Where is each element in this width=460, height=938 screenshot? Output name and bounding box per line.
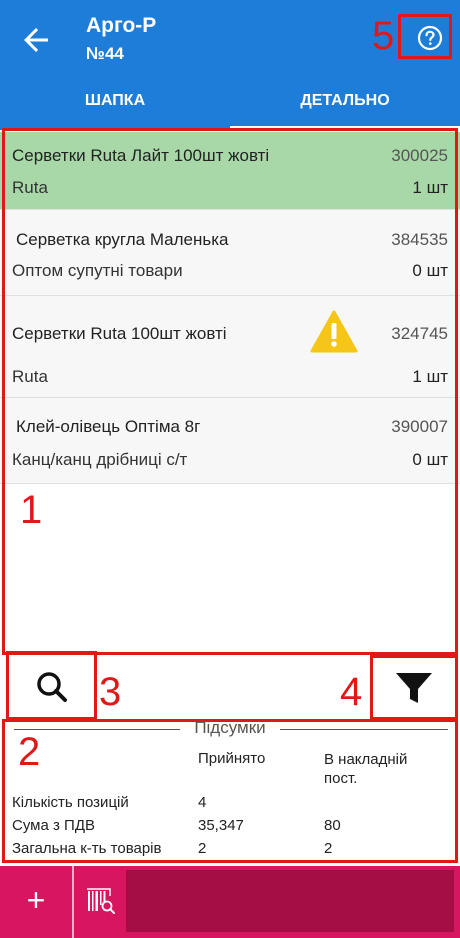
list-item[interactable]: Серветки Ruta 100шт жовті 324745 Ruta 1 …	[0, 296, 460, 398]
summary-row-accepted: 2	[198, 840, 207, 857]
summary-col-accepted: Прийнято	[198, 750, 266, 767]
summary-row-label: Сума з ПДВ	[12, 817, 95, 834]
page-subtitle: №44	[86, 44, 124, 63]
tab-details[interactable]: ДЕТАЛЬНО	[230, 80, 460, 130]
item-quantity: 1 шт	[412, 367, 448, 386]
annotation-number-4: 4	[340, 670, 363, 714]
item-quantity: 1 шт	[412, 178, 448, 197]
arrow-left-icon	[24, 28, 48, 52]
help-button[interactable]	[412, 20, 448, 56]
warning-icon	[310, 310, 358, 354]
back-button[interactable]	[18, 22, 54, 58]
summary-row-label: Загальна к-ть товарів	[12, 840, 162, 857]
item-category: Ruta	[12, 367, 48, 386]
item-code: 384535	[391, 230, 448, 249]
tab-header[interactable]: ШАПКА	[0, 80, 230, 130]
active-tab-indicator	[230, 126, 460, 130]
list-item[interactable]: Клей-олівець Оптіма 8г 390007 Канц/канц …	[0, 398, 460, 484]
summary-divider-right	[280, 729, 448, 730]
add-button[interactable]: +	[0, 866, 72, 938]
summary-row-accepted: 4	[198, 794, 207, 811]
barcode-input-field[interactable]	[126, 870, 454, 932]
filter-button[interactable]	[372, 657, 454, 717]
item-quantity: 0 шт	[412, 261, 448, 280]
list-item[interactable]: Серветки Ruta Лайт 100шт жовті 300025 Ru…	[0, 132, 460, 210]
item-code: 324745	[391, 324, 448, 343]
item-category: Оптом супутні товари	[12, 261, 183, 280]
search-icon	[37, 672, 67, 702]
question-circle-icon	[417, 25, 443, 51]
item-name: Клей-олівець Оптіма 8г	[16, 417, 201, 436]
summary-row-accepted: 35,347	[198, 817, 244, 834]
item-category: Ruta	[12, 178, 48, 197]
filter-icon	[396, 673, 432, 703]
item-name: Серветки Ruta Лайт 100шт жовті	[12, 146, 270, 165]
annotation-number-5: 5	[372, 14, 395, 58]
summary-row-label: Кількість позицій	[12, 794, 129, 811]
annotation-number-3: 3	[99, 670, 122, 714]
summary-row-invoice: 2	[324, 840, 333, 857]
tab-bar: ШАПКА ДЕТАЛЬНО	[0, 80, 460, 130]
item-name: Серветки Ruta 100шт жовті	[12, 324, 227, 343]
bottom-divider	[72, 866, 74, 938]
annotation-number-2: 2	[18, 730, 41, 774]
item-category: Канц/канц дрібниці с/т	[12, 450, 188, 469]
page-title: Арго-Р	[86, 14, 157, 37]
item-quantity: 0 шт	[412, 450, 448, 469]
scan-button[interactable]	[76, 880, 124, 924]
annotation-number-1: 1	[20, 488, 43, 532]
search-button[interactable]	[12, 657, 94, 717]
summary-row-invoice: 80	[324, 817, 341, 834]
barcode-scan-icon	[87, 888, 115, 914]
item-code: 390007	[391, 417, 448, 436]
item-name: Серветка кругла Маленька	[16, 230, 229, 249]
summary-title: Підсумки	[180, 718, 280, 738]
item-code: 300025	[391, 146, 448, 165]
summary-col-invoice: В накладній пост.	[324, 751, 408, 787]
list-item[interactable]: Серветка кругла Маленька 384535 Оптом су…	[0, 210, 460, 296]
